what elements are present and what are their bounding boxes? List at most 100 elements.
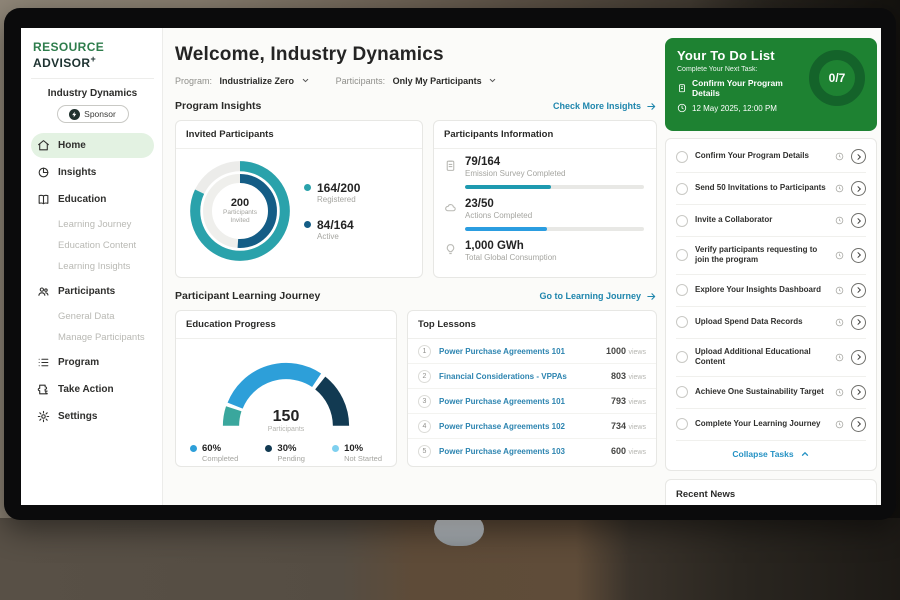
- task-row-complete-learning-journey[interactable]: Complete Your Learning Journey: [676, 409, 866, 441]
- collapse-tasks-button[interactable]: Collapse Tasks: [676, 441, 866, 468]
- views-suffix: views: [628, 349, 646, 356]
- task-row-confirm-program[interactable]: Confirm Your Program Details: [676, 141, 866, 173]
- task-row-send-invitations[interactable]: Send 50 Invitations to Participants: [676, 173, 866, 205]
- bulb-icon: [444, 243, 457, 256]
- task-checkbox[interactable]: [676, 183, 688, 195]
- sidebar-item-general-data[interactable]: General Data: [31, 306, 154, 327]
- task-checkbox[interactable]: [676, 351, 688, 363]
- go-to-learning-journey-link[interactable]: Go to Learning Journey: [539, 291, 657, 302]
- lesson-row[interactable]: 2 Financial Considerations - VPPAs 803 v…: [408, 364, 656, 389]
- chevron-right-icon[interactable]: [851, 283, 866, 298]
- sidebar-item-home[interactable]: Home: [31, 133, 154, 158]
- task-label: Upload Additional Educational Content: [695, 347, 828, 368]
- task-row-achieve-target[interactable]: Achieve One Sustainability Target: [676, 377, 866, 409]
- sidebar-item-insights[interactable]: Insights: [31, 160, 154, 185]
- participants-filter[interactable]: Participants: Only My Participants: [336, 76, 498, 86]
- sidebar-item-program[interactable]: Program: [31, 350, 154, 375]
- check-more-insights-link[interactable]: Check More Insights: [553, 101, 657, 112]
- main-content: Welcome, Industry Dynamics Program: Indu…: [163, 28, 881, 505]
- sidebar-item-take-action[interactable]: Take Action: [31, 377, 154, 402]
- task-checkbox[interactable]: [676, 249, 688, 261]
- task-label: Upload Spend Data Records: [695, 317, 828, 327]
- legend-label: Not Started: [344, 454, 382, 463]
- link-label: Check More Insights: [553, 101, 641, 111]
- sidebar-item-learning-insights[interactable]: Learning Insights: [31, 256, 154, 277]
- app-logo: RESOURCE ADVISOR+: [31, 38, 154, 79]
- lesson-row[interactable]: 4 Power Purchase Agreements 102 734 view…: [408, 414, 656, 439]
- lesson-rank: 1: [418, 345, 431, 358]
- home-icon: [37, 139, 50, 152]
- arrow-right-icon: [646, 101, 657, 112]
- chevron-right-icon[interactable]: [851, 248, 866, 263]
- program-filter[interactable]: Program: Industrialize Zero: [175, 76, 310, 86]
- chevron-right-icon[interactable]: [851, 417, 866, 432]
- gauge-center-label: Participants: [211, 426, 361, 433]
- sidebar-item-participants[interactable]: Participants: [31, 279, 154, 304]
- chevron-down-icon: [488, 76, 497, 85]
- sidebar-item-label: Program: [58, 357, 99, 368]
- insights-icon: [37, 166, 50, 179]
- task-row-verify-participants[interactable]: Verify participants requesting to join t…: [676, 237, 866, 275]
- card-title: Education Progress: [176, 311, 396, 339]
- todo-column: Your To Do List Complete Your Next Task:…: [665, 38, 877, 505]
- task-label: Send 50 Invitations to Participants: [695, 183, 828, 193]
- chevron-right-icon[interactable]: [851, 315, 866, 330]
- lesson-link[interactable]: Financial Considerations - VPPAs: [439, 372, 603, 381]
- lesson-row[interactable]: 5 Power Purchase Agreements 103 600 view…: [408, 439, 656, 463]
- sidebar-item-label: Insights: [58, 167, 96, 178]
- chevron-right-icon[interactable]: [851, 213, 866, 228]
- task-row-invite-collaborator[interactable]: Invite a Collaborator: [676, 205, 866, 237]
- task-row-upload-educational-content[interactable]: Upload Additional Educational Content: [676, 339, 866, 377]
- lesson-views: 600: [611, 446, 626, 456]
- sidebar-item-learning-journey[interactable]: Learning Journey: [31, 214, 154, 235]
- todo-progress-ring: 0/7: [809, 50, 865, 106]
- todo-next-task[interactable]: Confirm Your Program Details: [677, 78, 809, 98]
- lesson-link[interactable]: Power Purchase Agreements 102: [439, 422, 603, 431]
- todo-summary-card: Your To Do List Complete Your Next Task:…: [665, 38, 877, 131]
- lesson-views: 793: [611, 396, 626, 406]
- sidebar-item-label: Settings: [58, 411, 97, 422]
- task-checkbox[interactable]: [676, 151, 688, 163]
- logo-plus: +: [90, 54, 96, 64]
- people-icon: [37, 285, 50, 298]
- lesson-row[interactable]: 1 Power Purchase Agreements 101 1000 vie…: [408, 339, 656, 364]
- task-checkbox[interactable]: [676, 215, 688, 227]
- sidebar-item-education[interactable]: Education: [31, 187, 154, 212]
- legend-pct: 30%: [277, 443, 305, 454]
- sidebar-item-manage-participants[interactable]: Manage Participants: [31, 327, 154, 348]
- sidebar-item-education-content[interactable]: Education Content: [31, 235, 154, 256]
- stat-actions: 23/50 Actions Completed: [434, 191, 656, 222]
- lesson-row[interactable]: 3 Power Purchase Agreements 101 793 view…: [408, 389, 656, 414]
- stat-value: 23/50: [465, 198, 532, 210]
- task-row-upload-spend-data[interactable]: Upload Spend Data Records: [676, 307, 866, 339]
- task-row-explore-insights[interactable]: Explore Your Insights Dashboard: [676, 275, 866, 307]
- lesson-link[interactable]: Power Purchase Agreements 101: [439, 397, 603, 406]
- chevron-up-icon: [800, 449, 810, 459]
- task-checkbox[interactable]: [676, 316, 688, 328]
- task-checkbox[interactable]: [676, 386, 688, 398]
- chevron-right-icon[interactable]: [851, 385, 866, 400]
- lesson-link[interactable]: Power Purchase Agreements 101: [439, 347, 598, 356]
- chevron-right-icon[interactable]: [851, 181, 866, 196]
- clock-icon: [835, 184, 844, 193]
- org-name: Industry Dynamics: [31, 88, 154, 99]
- legend-pending: 30% Pending: [265, 443, 305, 463]
- legend-dot: [332, 445, 339, 452]
- task-checkbox[interactable]: [676, 418, 688, 430]
- sidebar-item-label: Participants: [58, 286, 115, 297]
- education-progress-card: Education Progress 150 Participants: [175, 310, 397, 467]
- chevron-right-icon[interactable]: [851, 350, 866, 365]
- chevron-right-icon[interactable]: [851, 149, 866, 164]
- task-label: Verify participants requesting to join t…: [695, 245, 828, 266]
- task-checkbox[interactable]: [676, 284, 688, 296]
- gear-icon: [37, 410, 50, 423]
- program-insights-title: Program Insights: [175, 100, 261, 112]
- sidebar-item-settings[interactable]: Settings: [31, 404, 154, 429]
- legend-pct: 60%: [202, 443, 238, 454]
- todo-subtitle: Complete Your Next Task:: [677, 66, 809, 73]
- clock-icon: [835, 152, 844, 161]
- monitor-bezel: RESOURCE ADVISOR+ Industry Dynamics Spon…: [4, 8, 896, 520]
- lesson-link[interactable]: Power Purchase Agreements 103: [439, 447, 603, 456]
- stat-emission-survey: 79/164 Emission Survey Completed: [434, 149, 656, 180]
- legend-not-started: 10% Not Started: [332, 443, 382, 463]
